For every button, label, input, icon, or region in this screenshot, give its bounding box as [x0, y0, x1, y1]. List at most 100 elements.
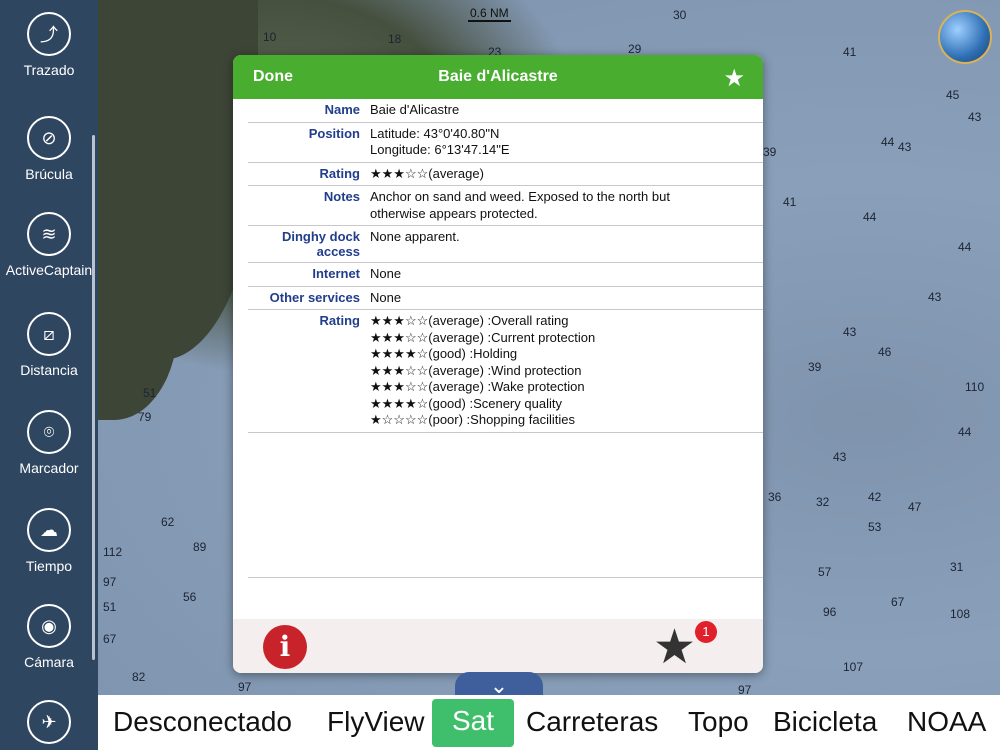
sidebar: ⤴ Trazado ⊘ Brúcula ≋ ActiveCaptain ⧄ Distancia…	[0, 0, 98, 750]
details-table: Name Baie d'Alicastre Position Latitude: 43…	[248, 99, 763, 433]
depth-sounding: 51	[143, 386, 157, 400]
detail-value-line: ★★★★☆(good) :Scenery quality	[370, 395, 562, 411]
info-icon[interactable]: i	[263, 625, 307, 669]
depth-sounding: 30	[673, 8, 687, 22]
activecaptain-icon: ≋	[27, 212, 71, 256]
depth-sounding: 53	[868, 520, 882, 534]
sidebar-item-distancia[interactable]: ⧄ Distancia	[0, 312, 98, 378]
detail-row: Other services None	[248, 287, 763, 310]
depth-sounding: 97	[738, 683, 752, 695]
depth-sounding: 47	[908, 500, 922, 514]
sidebar-item-tiempo[interactable]: ☁ Tiempo	[0, 508, 98, 574]
layer-carreteras[interactable]: Carreteras	[526, 703, 658, 741]
detail-key: Dinghy dock access	[281, 229, 360, 259]
satellite-icon: ✈	[27, 700, 71, 744]
sidebar-item-label: Brúcula	[25, 166, 73, 182]
map-scale: 0.6 NM	[468, 6, 511, 22]
layer-noaa[interactable]: NOAA	[907, 703, 986, 741]
layer-desconectado[interactable]: Desconectado	[113, 703, 292, 741]
sidebar-item-label: Cámara	[24, 654, 74, 670]
pin-icon: ⌾	[27, 410, 71, 454]
detail-value: ★★★☆☆(average)	[370, 166, 763, 183]
sidebar-item-satellite[interactable]: ✈	[0, 700, 98, 744]
map-layer-bar: Desconectado FlyView Sat Carreteras Topo Bici…	[98, 695, 1000, 750]
favorites-badge: 1	[695, 621, 717, 643]
depth-sounding: 44	[881, 135, 895, 149]
dialog-footer: i ★ 1	[233, 619, 763, 673]
detail-row: Name Baie d'Alicastre	[248, 99, 763, 123]
poi-details-dialog: Done Baie d'Alicastre ★ Name Baie d'Alica…	[233, 55, 763, 673]
weather-icon: ☁	[27, 508, 71, 552]
route-icon: ⤴	[27, 12, 71, 56]
compass-icon: ⊘	[27, 116, 71, 160]
depth-sounding: 62	[161, 515, 175, 529]
layer-flyview[interactable]: FlyView	[327, 703, 425, 741]
detail-value-line: ★★★☆☆(average) :Overall rating	[370, 313, 569, 328]
detail-value: None apparent.	[370, 229, 763, 259]
detail-key: Rating	[319, 313, 360, 328]
detail-key: Notes	[323, 189, 360, 204]
detail-value-line: Latitude: 43°0'40.80"N	[370, 125, 500, 141]
detail-value-line: Longitude: 6°13'47.14"E	[370, 142, 510, 157]
star-icon[interactable]: ★	[723, 64, 745, 93]
globe-icon[interactable]	[938, 10, 992, 64]
detail-key: Name	[324, 102, 360, 117]
favorites-star-icon[interactable]: ★	[653, 619, 696, 673]
detail-value: Latitude: 43°0'40.80"N Longitude: 6°13'47…	[370, 126, 763, 159]
depth-sounding: 29	[628, 42, 642, 56]
detail-value: None	[370, 266, 763, 283]
dialog-title: Baie d'Alicastre	[438, 68, 558, 85]
depth-sounding: 51	[103, 600, 117, 614]
sidebar-item-trazado[interactable]: ⤴ Trazado	[0, 12, 98, 78]
depth-sounding: 56	[183, 590, 197, 604]
detail-value: None	[370, 290, 763, 307]
detail-row: Rating ★★★☆☆(average)	[248, 163, 763, 186]
depth-sounding: 67	[891, 595, 905, 609]
island	[98, 300, 178, 420]
depth-sounding: 45	[946, 88, 960, 102]
sidebar-item-brúcula[interactable]: ⊘ Brúcula	[0, 116, 98, 182]
detail-value-line: None apparent.	[370, 229, 460, 244]
depth-sounding: 44	[958, 240, 972, 254]
depth-sounding: 97	[103, 575, 117, 589]
sidebar-item-cámara[interactable]: ◉ Cámara	[0, 604, 98, 670]
detail-value-line: Anchor on sand and weed. Exposed to the …	[370, 189, 670, 204]
depth-sounding: 67	[103, 632, 117, 646]
sidebar-item-marcador[interactable]: ⌾ Marcador	[0, 410, 98, 476]
depth-sounding: 57	[818, 565, 832, 579]
sidebar-item-label: Marcador	[19, 460, 79, 476]
depth-sounding: 39	[763, 145, 777, 159]
depth-sounding: 41	[843, 45, 857, 59]
detail-value: Baie d'Alicastre	[370, 102, 763, 119]
sidebar-item-label: Distancia	[20, 362, 78, 378]
depth-sounding: 46	[878, 345, 892, 359]
divider	[248, 577, 763, 578]
depth-sounding: 36	[768, 490, 782, 504]
depth-sounding: 110	[965, 380, 985, 394]
depth-sounding: 108	[950, 607, 971, 621]
detail-value-line: ★☆☆☆☆(poor) :Shopping facilities	[370, 412, 575, 427]
depth-sounding: 82	[132, 670, 146, 684]
detail-value: ★★★☆☆(average) :Overall rating ★★★☆☆(aver…	[370, 313, 763, 429]
depth-sounding: 43	[928, 290, 942, 304]
detail-value-line: ★★★☆☆(average) :Current protection	[370, 329, 596, 345]
sidebar-item-activecaptain[interactable]: ≋ ActiveCaptain	[0, 212, 98, 278]
depth-sounding: 107	[843, 660, 864, 674]
detail-value: Anchor on sand and weed. Exposed to the …	[370, 189, 763, 222]
detail-value-line: otherwise appears protected.	[370, 205, 538, 221]
depth-sounding: 44	[863, 210, 877, 224]
depth-sounding: 112	[103, 545, 123, 559]
detail-row: Internet None	[248, 263, 763, 287]
dialog-header: Done Baie d'Alicastre ★	[233, 55, 763, 99]
detail-value-line: ★★★☆☆(average) :Wind protection	[370, 362, 582, 378]
detail-value-line: ★★★☆☆(average) :Wake protection	[370, 379, 585, 394]
detail-value-line: ★★★☆☆(average)	[370, 165, 484, 181]
layer-sat[interactable]: Sat	[432, 699, 515, 747]
layer-bicicleta[interactable]: Bicicleta	[773, 703, 877, 741]
depth-sounding: 41	[783, 195, 797, 209]
depth-sounding: 97	[238, 680, 252, 694]
layer-topo[interactable]: Topo	[688, 703, 749, 741]
detail-value-line: ★★★★☆(good) :Holding	[370, 346, 518, 361]
detail-row: Rating ★★★☆☆(average) :Overall rating ★★★☆…	[248, 310, 763, 433]
sidebar-item-label: Trazado	[23, 62, 75, 78]
